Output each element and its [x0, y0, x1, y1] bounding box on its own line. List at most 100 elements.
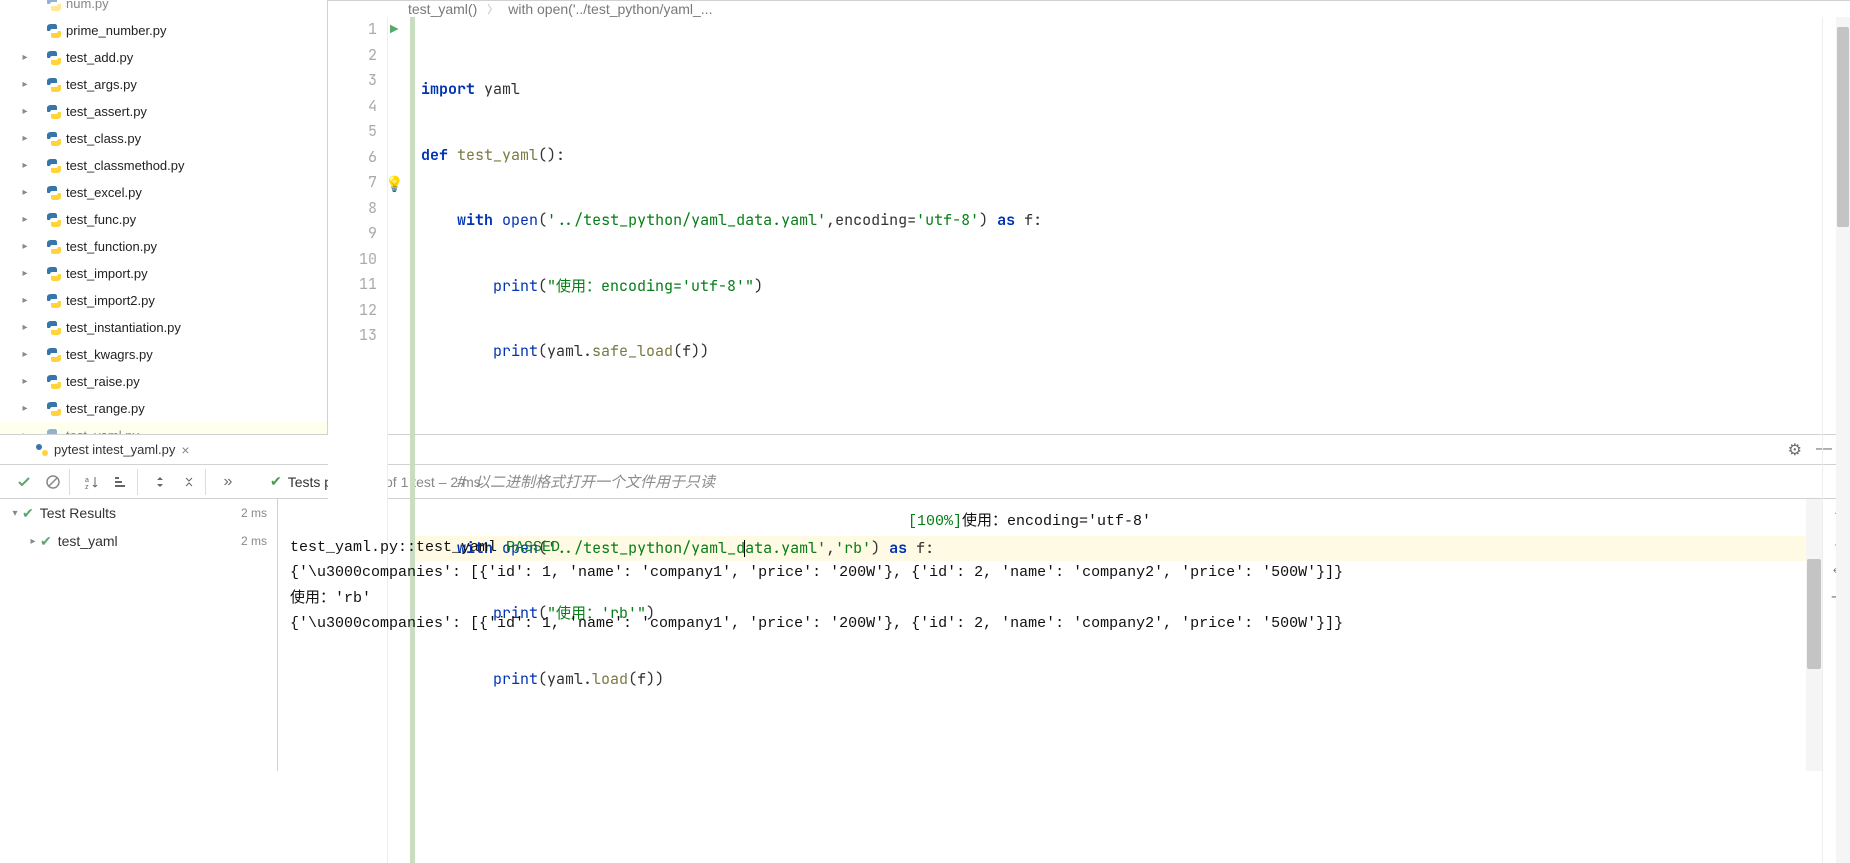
tree-item[interactable]: ▸ test_instantiation.py	[0, 314, 327, 341]
tree-item[interactable]: ▸ test_kwagrs.py	[0, 341, 327, 368]
chevron-right-icon[interactable]: ▸	[18, 430, 32, 434]
chevron-right-icon[interactable]: ▸	[18, 349, 32, 360]
tree-item[interactable]: ▸test_raise.py	[0, 368, 327, 395]
tree-item[interactable]: ▸ test_assert.py	[0, 98, 327, 125]
tree-item-label: test_args.py	[66, 77, 137, 92]
tree-item-label: test_add.py	[66, 50, 133, 65]
tree-item-label: test_func.py	[66, 212, 136, 227]
close-tab-icon[interactable]: ×	[181, 442, 189, 458]
chevron-right-icon[interactable]: ▸	[18, 106, 32, 117]
python-file-icon	[46, 266, 62, 282]
python-file-icon	[46, 50, 62, 66]
chevron-right-icon[interactable]: ▸	[18, 295, 32, 306]
chevron-right-icon[interactable]: ▸	[26, 536, 40, 547]
python-file-icon	[46, 158, 62, 174]
line-number[interactable]: 8	[328, 196, 377, 222]
line-number[interactable]: 6	[328, 145, 377, 171]
line-number[interactable]: 7	[328, 170, 377, 196]
tree-item-label: test_kwagrs.py	[66, 347, 153, 362]
chevron-right-icon[interactable]: ▸	[18, 214, 32, 225]
python-file-icon	[46, 185, 62, 201]
tree-item[interactable]: ▸test_yaml.py	[0, 422, 327, 434]
scrollbar-thumb[interactable]	[1837, 27, 1849, 227]
line-number[interactable]: 9	[328, 221, 377, 247]
editor: test_yaml() 〉 with open('../test_python/…	[328, 0, 1850, 434]
chevron-right-icon[interactable]: ▸	[18, 268, 32, 279]
project-tree[interactable]: ▸num.py▸prime_number.py▸test_add.py▸test…	[0, 0, 328, 434]
tree-item-label: prime_number.py	[66, 23, 166, 38]
line-number[interactable]: 11	[328, 272, 377, 298]
tree-item[interactable]: ▸ test_func.py	[0, 206, 327, 233]
tree-item[interactable]: ▸test_excel.py	[0, 179, 327, 206]
run-tab-pytest[interactable]: pytest in test_yaml.py ×	[12, 439, 198, 461]
line-number[interactable]: 5	[328, 119, 377, 145]
tree-item[interactable]: ▸num.py	[0, 0, 327, 17]
tree-item-label: test_class.py	[66, 131, 141, 146]
python-file-icon	[46, 401, 62, 417]
test-tree[interactable]: ▾ ✔ Test Results 2 ms ▸ ✔ test_yaml 2 ms	[0, 499, 278, 771]
chevron-right-icon[interactable]: ▸	[18, 52, 32, 63]
tree-item[interactable]: ▸test_range.py	[0, 395, 327, 422]
tree-item[interactable]: ▸ test_args.py	[0, 71, 327, 98]
crumb-with[interactable]: with open('../test_python/yaml_...	[508, 1, 712, 17]
tree-item[interactable]: ▸ test_add.py	[0, 44, 327, 71]
breadcrumb[interactable]: test_yaml() 〉 with open('../test_python/…	[328, 1, 1850, 17]
line-number[interactable]: 13	[328, 323, 377, 349]
python-file-icon	[46, 104, 62, 120]
tree-item-label: test_function.py	[66, 239, 157, 254]
chevron-right-icon[interactable]: ▸	[18, 376, 32, 387]
chevron-right-icon[interactable]: ▸	[18, 133, 32, 144]
tree-item[interactable]: ▸test_classmethod.py	[0, 152, 327, 179]
line-number[interactable]: 3	[328, 68, 377, 94]
check-icon: ✔	[40, 533, 52, 550]
chevron-right-icon[interactable]: ▸	[18, 79, 32, 90]
python-file-icon	[46, 428, 62, 435]
python-file-icon	[46, 212, 62, 228]
expand-more-icon[interactable]: »	[214, 469, 242, 495]
console-scrollbar[interactable]	[1806, 499, 1822, 771]
sort-alpha-icon[interactable]: az	[78, 469, 106, 495]
python-file-icon	[46, 293, 62, 309]
chevron-right-icon[interactable]: ▸	[18, 403, 32, 414]
tree-item-label: test_assert.py	[66, 104, 147, 119]
tree-item[interactable]: ▸ test_class.py	[0, 125, 327, 152]
line-number[interactable]: 2	[328, 43, 377, 69]
show-ignored-icon[interactable]	[42, 469, 70, 495]
svg-text:z: z	[85, 484, 89, 490]
python-file-icon	[46, 23, 62, 39]
tree-item-label: test_instantiation.py	[66, 320, 181, 335]
tree-item[interactable]: ▸prime_number.py	[0, 17, 327, 44]
show-passed-icon[interactable]	[10, 469, 38, 495]
pytest-icon	[34, 442, 50, 458]
run-icon[interactable]: ▶	[390, 21, 398, 39]
chevron-right-icon[interactable]: ▸	[18, 241, 32, 252]
sort-duration-icon[interactable]	[110, 469, 138, 495]
test-tree-item[interactable]: ▸ ✔ test_yaml 2 ms	[0, 527, 277, 555]
collapse-all-icon[interactable]	[178, 469, 206, 495]
check-icon: ✔	[270, 473, 282, 490]
python-file-icon	[46, 131, 62, 147]
intention-bulb-icon[interactable]: 💡	[385, 174, 405, 194]
python-file-icon	[46, 239, 62, 255]
line-number[interactable]: 12	[328, 298, 377, 324]
tree-item-label: test_import2.py	[66, 293, 155, 308]
line-number[interactable]: 4	[328, 94, 377, 120]
test-tree-root[interactable]: ▾ ✔ Test Results 2 ms	[0, 499, 277, 527]
tree-item[interactable]: ▸ test_import.py	[0, 260, 327, 287]
chevron-right-icon[interactable]: ▸	[18, 322, 32, 333]
tree-item-label: num.py	[66, 0, 109, 11]
test-console[interactable]: test_yaml.py::test_yaml PASSED[100%]使用：e…	[278, 499, 1806, 771]
tree-item[interactable]: ▸ test_function.py	[0, 233, 327, 260]
tree-item[interactable]: ▸ test_import2.py	[0, 287, 327, 314]
editor-scrollbar[interactable]	[1836, 17, 1850, 863]
expand-all-icon[interactable]	[146, 469, 174, 495]
chevron-down-icon[interactable]: ▾	[8, 508, 22, 519]
scrollbar-thumb[interactable]	[1807, 559, 1821, 669]
line-number[interactable]: 1	[328, 17, 377, 43]
line-number[interactable]: 10	[328, 247, 377, 273]
inspection-gutter[interactable]	[1822, 17, 1836, 863]
chevron-right-icon[interactable]: ▸	[18, 187, 32, 198]
chevron-right-icon[interactable]: ▸	[18, 160, 32, 171]
tree-item-label: test_import.py	[66, 266, 148, 281]
crumb-fn[interactable]: test_yaml()	[408, 1, 477, 17]
